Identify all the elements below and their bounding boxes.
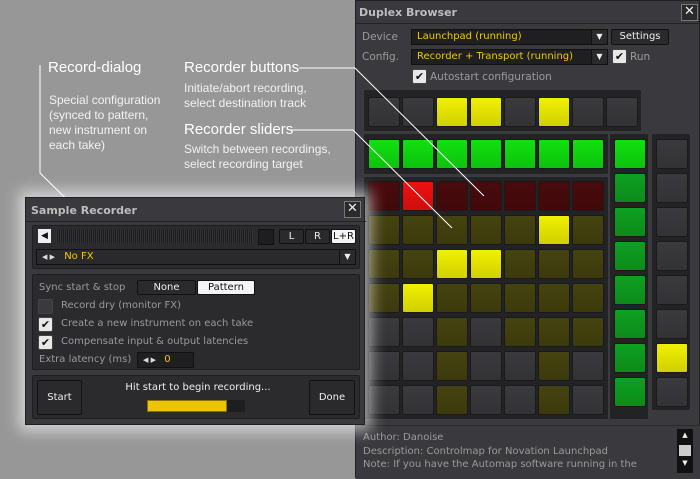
start-button[interactable]: Start bbox=[37, 380, 82, 415]
latency-label: Extra latency (ms) bbox=[39, 354, 132, 365]
progress-fill bbox=[147, 400, 228, 412]
latency-stepper[interactable]: ◀ ▶ 0 bbox=[137, 352, 194, 368]
latency-value: 0 bbox=[164, 354, 171, 365]
sample-recorder-window: Sample Recorder ✕ ◀ L R L+R ◀ ▶ No FX ▼ … bbox=[25, 197, 366, 425]
done-button[interactable]: Done bbox=[309, 380, 355, 415]
sync-none-button[interactable]: None bbox=[137, 280, 196, 295]
compensate-label: Compensate input & output latencies bbox=[61, 336, 249, 347]
sync-label: Sync start & stop bbox=[39, 282, 126, 293]
channel-r-button[interactable]: R bbox=[305, 229, 330, 244]
compensate-checkbox[interactable]: ✔ bbox=[38, 335, 53, 350]
fx-dropdown[interactable]: ◀ ▶ No FX ▼ bbox=[36, 249, 356, 265]
channel-l-button[interactable]: L bbox=[279, 229, 304, 244]
progress-bar bbox=[147, 400, 245, 412]
sync-pattern-button[interactable]: Pattern bbox=[197, 280, 255, 295]
new-instrument-checkbox[interactable]: ✔ bbox=[38, 317, 53, 332]
action-panel: Start Hit start to begin recording... Do… bbox=[32, 375, 360, 419]
status-text: Hit start to begin recording... bbox=[125, 382, 271, 393]
record-dry-label: Record dry (monitor FX) bbox=[61, 300, 181, 311]
prev-next-icon[interactable]: ◀ ▶ bbox=[143, 356, 156, 364]
options-panel: Sync start & stop None Pattern Record dr… bbox=[32, 274, 360, 370]
fx-value: No FX bbox=[64, 251, 94, 262]
window-title: Sample Recorder bbox=[31, 204, 137, 217]
recorder-buttons-pointer bbox=[299, 67, 485, 197]
speaker-icon[interactable]: ◀ bbox=[38, 229, 51, 243]
chevron-down-icon: ▼ bbox=[339, 250, 355, 264]
clip-indicator bbox=[258, 229, 274, 245]
new-instrument-label: Create a new instrument on each take bbox=[61, 318, 254, 329]
record-dry-checkbox[interactable] bbox=[38, 299, 53, 314]
level-meter bbox=[56, 230, 253, 243]
prev-next-icon[interactable]: ◀ ▶ bbox=[42, 253, 55, 261]
input-panel: ◀ L R L+R ◀ ▶ No FX ▼ bbox=[32, 225, 360, 269]
divider bbox=[26, 221, 366, 222]
channel-lr-button[interactable]: L+R bbox=[331, 229, 356, 244]
close-button[interactable]: ✕ bbox=[344, 201, 361, 218]
